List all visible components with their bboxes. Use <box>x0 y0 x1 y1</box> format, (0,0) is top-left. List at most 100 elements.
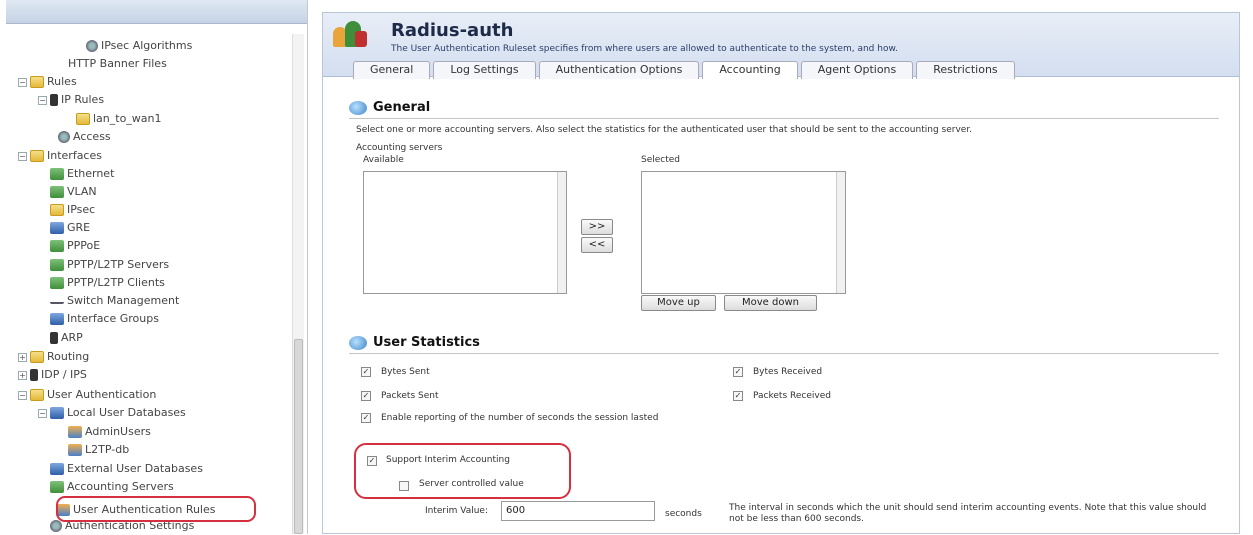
sidebar-item-ipsec[interactable]: IPsec <box>50 201 95 219</box>
sidebar-item-adminusers[interactable]: AdminUsers <box>68 423 151 441</box>
database-icon <box>50 463 64 475</box>
sidebar-item-interface-groups[interactable]: Interface Groups <box>50 310 159 328</box>
list-scrollbar[interactable] <box>557 172 566 293</box>
sidebar-item-ipsec-algorithms[interactable]: IPsec Algorithms <box>86 37 192 55</box>
sidebar-item-arp[interactable]: ARP <box>50 329 83 347</box>
access-icon <box>58 131 70 143</box>
bytes-sent-label: Bytes Sent <box>381 367 430 377</box>
gre-icon <box>50 222 64 234</box>
interim-help-text: The interval in seconds which the unit s… <box>729 503 1207 524</box>
rules-icon <box>50 94 58 106</box>
sidebar-item-label: Access <box>73 130 111 143</box>
sidebar-item-switch-management[interactable]: Switch Management <box>50 292 179 310</box>
expand-icon[interactable]: + <box>18 352 27 362</box>
server-icon <box>50 481 64 493</box>
highlight-annotation <box>354 443 571 499</box>
sidebar-item-user-authentication[interactable]: − User Authentication <box>18 386 156 404</box>
sidebar-item-label: Rules <box>47 75 77 88</box>
move-down-button[interactable]: Move down <box>724 295 817 311</box>
sidebar-item-label: IP Rules <box>61 93 105 106</box>
collapse-icon[interactable]: − <box>38 408 47 418</box>
main-header: Radius-auth The User Authentication Rule… <box>323 13 1239 79</box>
folder-icon <box>30 76 44 88</box>
sidebar-item-ethernet[interactable]: Ethernet <box>50 165 114 183</box>
vlan-icon <box>50 186 64 198</box>
page-title: Radius-auth <box>391 20 514 41</box>
sidebar-item-local-user-databases[interactable]: − Local User Databases <box>38 404 186 422</box>
sidebar-item-l2tp-db[interactable]: L2TP-db <box>68 441 129 459</box>
sidebar-item-routing[interactable]: + Routing <box>18 348 89 366</box>
users-icon <box>68 444 82 456</box>
move-up-button[interactable]: Move up <box>641 295 716 311</box>
sidebar-item-label: PPPoE <box>67 239 101 252</box>
pppoe-icon <box>50 240 64 252</box>
sidebar-item-pppoe[interactable]: PPPoE <box>50 237 100 255</box>
general-section-header: General <box>349 99 1219 119</box>
collapse-icon[interactable]: − <box>18 151 27 161</box>
sidebar-item-idp-ips[interactable]: + IDP / IPS <box>18 366 87 384</box>
sidebar-item-label: Local User Databases <box>67 406 186 419</box>
sidebar-item-label: ARP <box>61 331 83 344</box>
tab-log-settings[interactable]: Log Settings <box>433 61 536 79</box>
folder-icon <box>30 150 44 162</box>
general-description: Select one or more accounting servers. A… <box>356 125 973 135</box>
rule-icon <box>76 113 90 125</box>
selected-label: Selected <box>641 155 681 165</box>
available-servers-list[interactable] <box>363 171 567 294</box>
tab-accounting[interactable]: Accounting <box>702 61 798 79</box>
enable-reporting-checkbox[interactable]: ✓ <box>361 413 371 423</box>
gear-icon <box>86 40 98 52</box>
sidebar-item-external-user-databases[interactable]: External User Databases <box>50 460 203 478</box>
remove-server-button[interactable]: << <box>581 237 613 253</box>
selected-servers-list[interactable] <box>641 171 846 294</box>
sidebar-item-http-banner-files[interactable]: HTTP Banner Files <box>68 55 167 73</box>
list-scrollbar[interactable] <box>836 172 845 293</box>
collapse-icon[interactable]: − <box>38 95 47 105</box>
sidebar-item-label: External User Databases <box>67 462 203 475</box>
interim-value-input[interactable]: 600 <box>501 501 655 521</box>
sidebar-item-label: AdminUsers <box>85 425 151 438</box>
sidebar-item-label: IPsec Algorithms <box>101 39 193 52</box>
tab-authentication-options[interactable]: Authentication Options <box>538 61 700 79</box>
sidebar-item-label: IPsec <box>67 203 96 216</box>
group-icon <box>50 313 64 325</box>
ipsec-icon <box>50 204 64 216</box>
tab-general[interactable]: General <box>353 61 431 79</box>
sidebar-item-label: Interfaces <box>47 149 102 162</box>
sidebar-item-label: User Authentication <box>47 388 157 401</box>
general-section-title: General <box>373 100 431 115</box>
seconds-label: seconds <box>665 509 702 519</box>
sidebar-item-pptp-l2tp-servers[interactable]: PPTP/L2TP Servers <box>50 256 169 274</box>
scrollbar-thumb[interactable] <box>294 339 303 534</box>
sidebar-item-access[interactable]: Access <box>58 128 111 146</box>
sidebar-item-accounting-servers[interactable]: Accounting Servers <box>50 478 174 496</box>
packets-sent-label: Packets Sent <box>381 391 439 401</box>
sidebar-item-ip-rules[interactable]: − IP Rules <box>38 91 104 109</box>
collapse-icon[interactable]: − <box>18 390 27 400</box>
tab-bar: General Log Settings Authentication Option… <box>353 61 1018 79</box>
packets-sent-checkbox[interactable]: ✓ <box>361 391 371 401</box>
bytes-received-checkbox[interactable]: ✓ <box>733 367 743 377</box>
expand-icon[interactable]: + <box>18 370 27 380</box>
sidebar-scrollbar[interactable] <box>292 34 304 534</box>
sidebar-item-label: L2TP-db <box>85 443 130 456</box>
section-icon <box>349 336 367 350</box>
sidebar-item-vlan[interactable]: VLAN <box>50 183 97 201</box>
sidebar-item-lan-to-wan1[interactable]: lan_to_wan1 <box>76 110 162 128</box>
sidebar-item-label: PPTP/L2TP Clients <box>67 276 165 289</box>
sidebar-item-interfaces[interactable]: − Interfaces <box>18 147 102 165</box>
sidebar-item-label: Ethernet <box>67 167 115 180</box>
packets-received-checkbox[interactable]: ✓ <box>733 391 743 401</box>
sidebar-item-pptp-l2tp-clients[interactable]: PPTP/L2TP Clients <box>50 274 165 292</box>
sidebar-item-label: GRE <box>67 221 91 234</box>
tab-restrictions[interactable]: Restrictions <box>916 61 1015 79</box>
interim-value-label: Interim Value: <box>425 506 488 516</box>
tab-agent-options[interactable]: Agent Options <box>800 61 914 79</box>
sidebar-item-gre[interactable]: GRE <box>50 219 90 237</box>
bytes-sent-checkbox[interactable]: ✓ <box>361 367 371 377</box>
collapse-icon[interactable]: − <box>18 77 27 87</box>
user-auth-icon <box>333 19 367 49</box>
sidebar-item-rules[interactable]: − Rules <box>18 73 77 91</box>
accounting-servers-label: Accounting servers <box>356 143 443 153</box>
add-server-button[interactable]: >> <box>581 219 613 235</box>
